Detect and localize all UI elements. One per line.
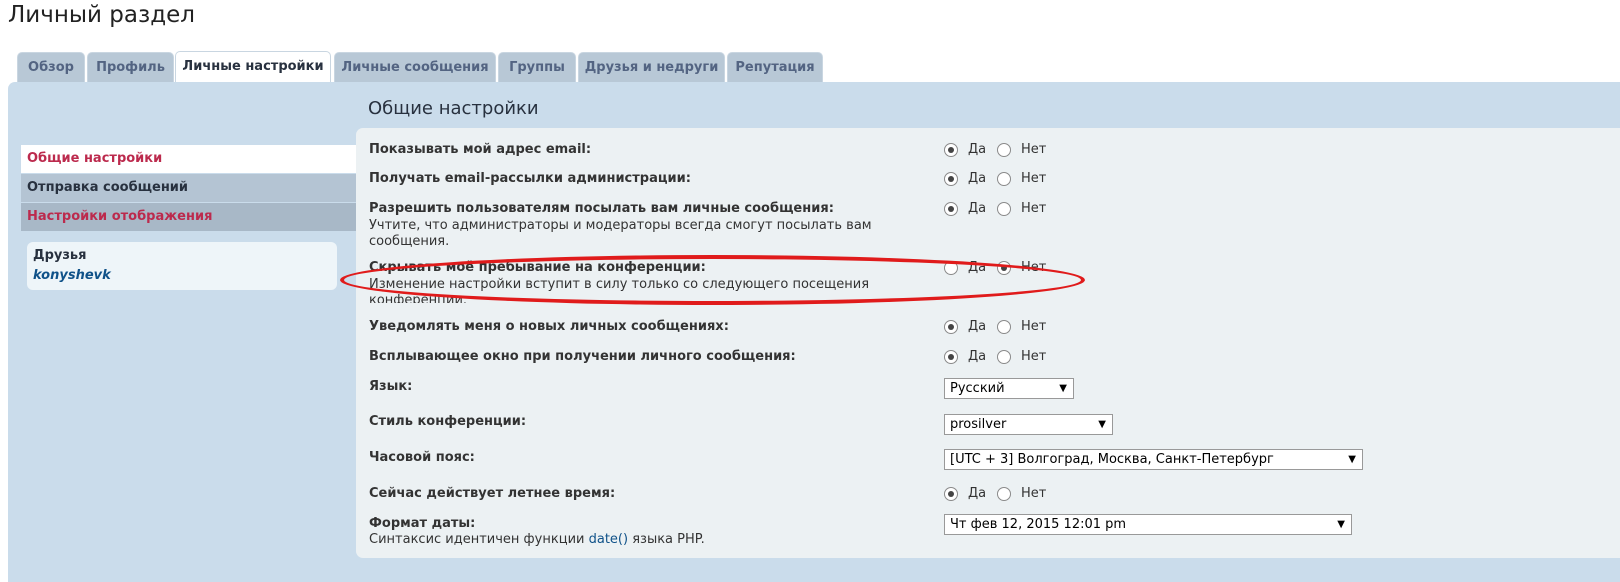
page-title: Личный раздел bbox=[8, 2, 195, 28]
allow-pm-note-line1: Учтите, что администраторы и модераторы … bbox=[369, 218, 872, 233]
php-date-link[interactable]: date() bbox=[589, 532, 628, 547]
no-label: Нет bbox=[1021, 171, 1047, 186]
red-highlight-ellipse bbox=[340, 255, 1085, 305]
no-label: Нет bbox=[1021, 486, 1047, 501]
friends-box: Друзья konyshevk bbox=[27, 242, 337, 290]
yes-label: Да bbox=[968, 201, 987, 216]
nav-item-posting[interactable]: Отправка сообщений bbox=[21, 174, 356, 202]
popup-pm-yes-radio[interactable] bbox=[944, 350, 958, 364]
popup-pm-no-radio[interactable] bbox=[997, 350, 1011, 364]
tab-reputation[interactable]: Репутация bbox=[727, 52, 823, 82]
dropdown-arrow-icon: ▼ bbox=[1059, 383, 1067, 394]
dst-yes-radio[interactable] bbox=[944, 487, 958, 501]
timezone-value: [UTC + 3] Волгоград, Москва, Санкт-Петер… bbox=[950, 452, 1274, 467]
show-email-no-radio[interactable] bbox=[997, 143, 1011, 157]
dst-no-radio[interactable] bbox=[997, 487, 1011, 501]
side-nav: Общие настройки Отправка сообщений Настр… bbox=[21, 145, 356, 232]
allow-pm-no-radio[interactable] bbox=[997, 202, 1011, 216]
tab-groups[interactable]: Группы bbox=[498, 52, 576, 82]
popup-pm-label: Всплывающее окно при получении личного с… bbox=[369, 349, 796, 364]
style-select[interactable]: prosilver ▼ bbox=[944, 414, 1113, 435]
nav-item-display[interactable]: Настройки отображения bbox=[21, 203, 356, 231]
date-format-note-prefix: Синтаксис идентичен функции bbox=[369, 532, 589, 547]
nav-item-general-settings[interactable]: Общие настройки bbox=[21, 145, 356, 173]
admin-emails-yes-radio[interactable] bbox=[944, 172, 958, 186]
timezone-select[interactable]: [UTC + 3] Волгоград, Москва, Санкт-Петер… bbox=[944, 449, 1363, 470]
timezone-label: Часовой пояс: bbox=[369, 450, 475, 465]
admin-emails-no-radio[interactable] bbox=[997, 172, 1011, 186]
tab-personal-settings[interactable]: Личные настройки bbox=[175, 51, 331, 82]
allow-pm-yes-radio[interactable] bbox=[944, 202, 958, 216]
notify-pm-yes-radio[interactable] bbox=[944, 320, 958, 334]
no-label: Нет bbox=[1021, 319, 1047, 334]
content-title: Общие настройки bbox=[368, 98, 539, 119]
notify-pm-label: Уведомлять меня о новых личных сообщения… bbox=[369, 319, 729, 334]
language-value: Русский bbox=[950, 381, 1005, 396]
yes-label: Да bbox=[968, 349, 987, 364]
no-label: Нет bbox=[1021, 142, 1047, 157]
tab-friends-foes[interactable]: Друзья и недруги bbox=[578, 52, 725, 82]
dropdown-arrow-icon: ▼ bbox=[1098, 419, 1106, 430]
dropdown-arrow-icon: ▼ bbox=[1348, 454, 1356, 465]
yes-label: Да bbox=[968, 486, 987, 501]
yes-label: Да bbox=[968, 319, 987, 334]
tab-overview[interactable]: Обзор bbox=[17, 52, 85, 82]
tab-private-messages[interactable]: Личные сообщения bbox=[334, 52, 496, 82]
date-format-value: Чт фев 12, 2015 12:01 pm bbox=[950, 517, 1127, 532]
date-format-select[interactable]: Чт фев 12, 2015 12:01 pm ▼ bbox=[944, 514, 1352, 535]
show-email-yes-radio[interactable] bbox=[944, 143, 958, 157]
yes-label: Да bbox=[968, 142, 987, 157]
friend-link[interactable]: konyshevk bbox=[33, 268, 111, 283]
date-format-note-suffix: языка PHP. bbox=[628, 532, 705, 547]
language-select[interactable]: Русский ▼ bbox=[944, 378, 1074, 399]
date-format-label: Формат даты: bbox=[369, 516, 476, 531]
no-label: Нет bbox=[1021, 349, 1047, 364]
no-label: Нет bbox=[1021, 201, 1047, 216]
friends-title: Друзья bbox=[33, 248, 87, 263]
style-label: Стиль конференции: bbox=[369, 414, 527, 429]
yes-label: Да bbox=[968, 171, 987, 186]
tab-profile[interactable]: Профиль bbox=[87, 52, 174, 82]
admin-emails-label: Получать email-рассылки администрации: bbox=[369, 171, 691, 186]
date-format-note: Синтаксис идентичен функции date() языка… bbox=[369, 532, 705, 548]
allow-pm-note-line2: сообщения. bbox=[369, 234, 450, 249]
show-email-label: Показывать мой адрес email: bbox=[369, 142, 592, 157]
style-value: prosilver bbox=[950, 417, 1007, 432]
language-label: Язык: bbox=[369, 379, 413, 394]
allow-pm-label: Разрешить пользователям посылать вам лич… bbox=[369, 201, 834, 216]
dropdown-arrow-icon: ▼ bbox=[1337, 519, 1345, 530]
notify-pm-no-radio[interactable] bbox=[997, 320, 1011, 334]
dst-label: Сейчас действует летнее время: bbox=[369, 486, 616, 501]
